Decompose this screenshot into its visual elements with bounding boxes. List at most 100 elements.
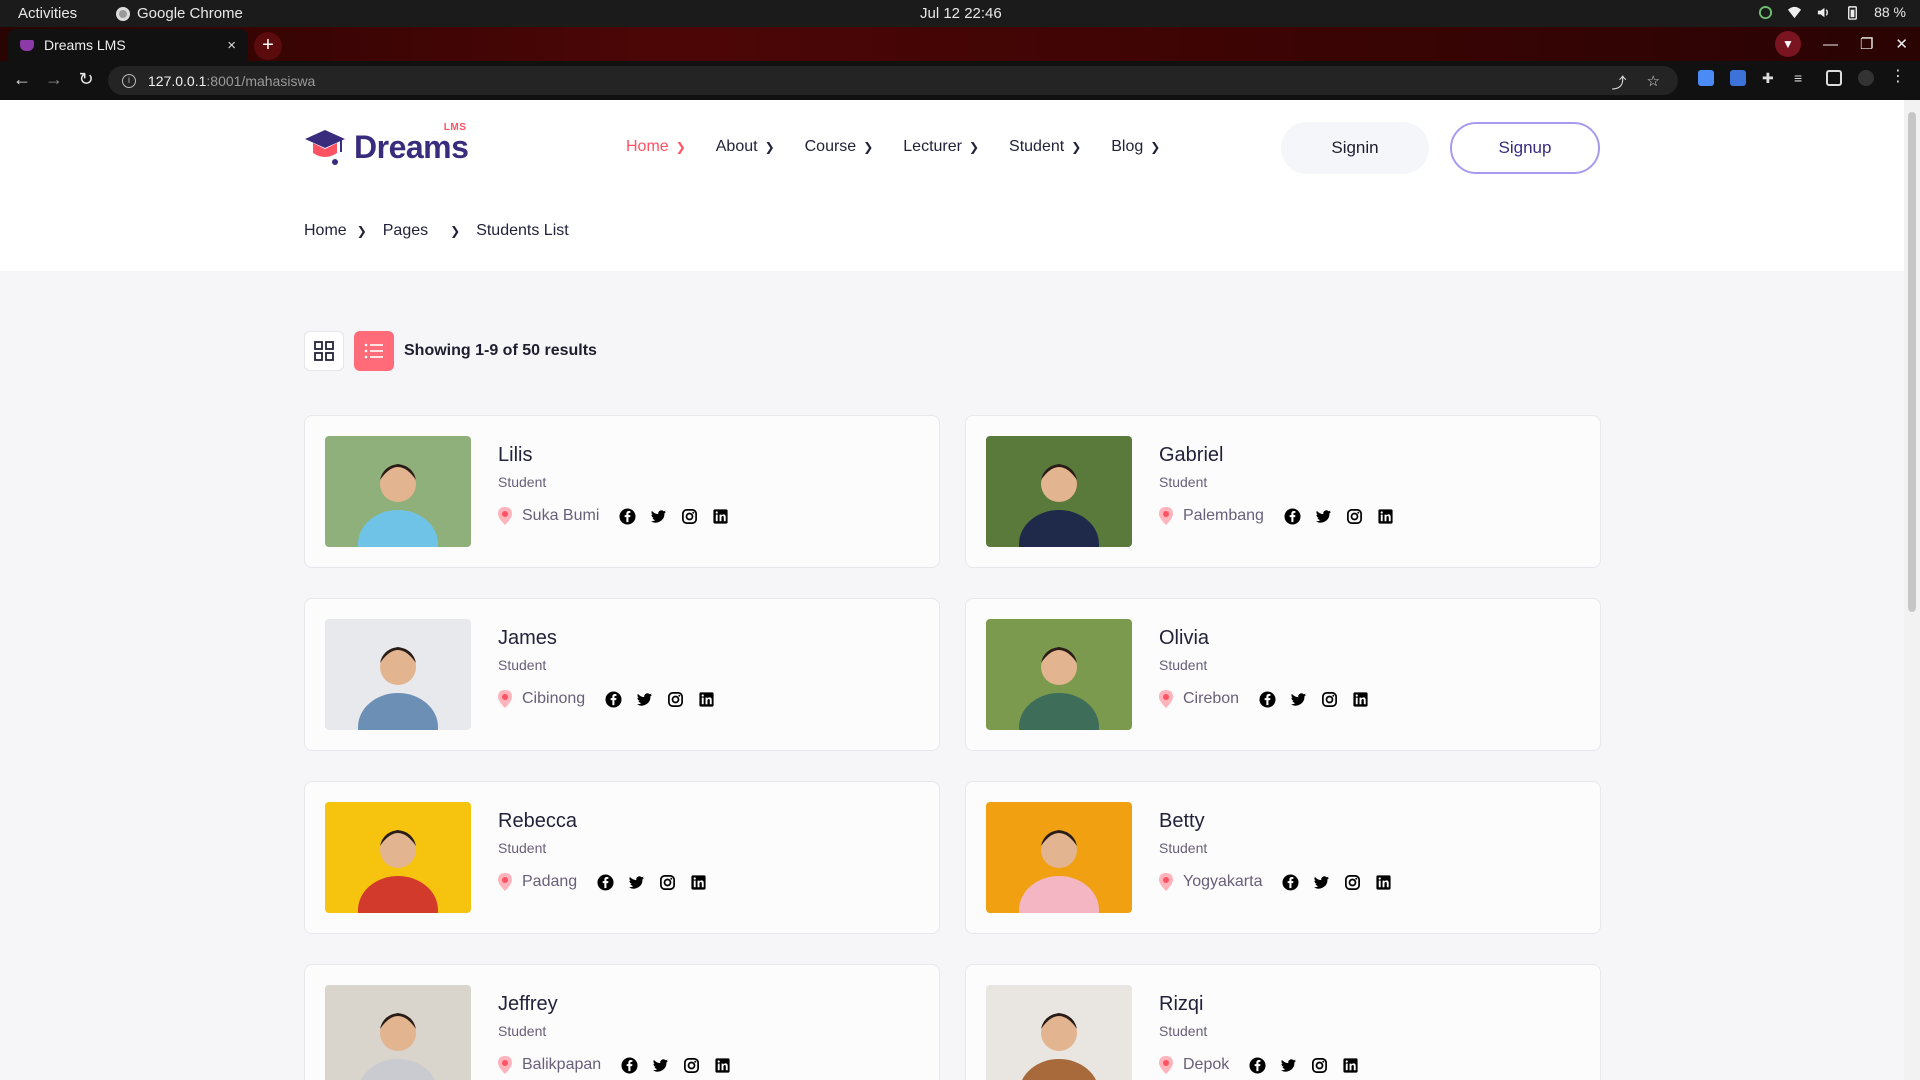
student-card[interactable]: Olivia Student Cirebon xyxy=(965,598,1601,751)
student-card[interactable]: Rizqi Student Depok xyxy=(965,964,1601,1080)
media-queue-icon[interactable]: ≡ xyxy=(1794,70,1810,86)
nav-about[interactable]: About ❯ xyxy=(716,138,775,156)
student-name[interactable]: Betty xyxy=(1159,810,1205,833)
instagram-icon[interactable] xyxy=(681,508,698,525)
student-card[interactable]: James Student Cibinong xyxy=(304,598,940,751)
social-links xyxy=(1282,873,1392,891)
linkedin-icon[interactable] xyxy=(1342,1057,1359,1074)
linkedin-icon[interactable] xyxy=(698,691,715,708)
instagram-icon[interactable] xyxy=(667,691,684,708)
student-photo[interactable] xyxy=(325,802,471,913)
student-card[interactable]: Gabriel Student Palembang xyxy=(965,415,1601,568)
twitter-icon[interactable] xyxy=(1313,874,1330,891)
facebook-icon[interactable] xyxy=(605,690,622,708)
nav-home[interactable]: Home ❯ xyxy=(626,138,686,156)
docs-extension-icon[interactable] xyxy=(1698,70,1714,86)
side-panel-icon[interactable] xyxy=(1826,70,1842,86)
linkedin-icon[interactable] xyxy=(712,508,729,525)
reload-icon[interactable]: ↻ xyxy=(74,69,98,90)
student-name[interactable]: Jeffrey xyxy=(498,993,558,1016)
system-tray[interactable]: 88 % xyxy=(1758,4,1906,20)
facebook-icon[interactable] xyxy=(1282,873,1299,891)
instagram-icon[interactable] xyxy=(1321,691,1338,708)
bookmark-star-icon[interactable]: ☆ xyxy=(1647,72,1660,93)
signin-button[interactable]: Signin xyxy=(1281,122,1429,174)
linkedin-icon[interactable] xyxy=(714,1057,731,1074)
facebook-icon[interactable] xyxy=(597,873,614,891)
browser-tab-dreams-lms[interactable]: Dreams LMS × xyxy=(8,29,248,61)
system-clock[interactable]: Jul 12 22:46 xyxy=(920,5,1002,22)
address-bar[interactable]: i 127.0.0.1 :8001/mahasiswa ⤴ ☆ xyxy=(108,66,1678,95)
tab-close-icon[interactable]: × xyxy=(227,37,236,54)
twitter-icon[interactable] xyxy=(1280,1057,1297,1074)
site-info-icon[interactable]: i xyxy=(122,73,136,88)
close-window-icon[interactable]: ✕ xyxy=(1895,35,1908,53)
maximize-icon[interactable]: ❐ xyxy=(1860,35,1873,53)
student-name[interactable]: Olivia xyxy=(1159,627,1209,650)
puzzle-extensions-icon[interactable]: ✚ xyxy=(1762,70,1778,86)
facebook-icon[interactable] xyxy=(1284,507,1301,525)
student-photo[interactable] xyxy=(325,619,471,730)
breadcrumb-home[interactable]: Home xyxy=(304,222,347,240)
minimize-icon[interactable]: — xyxy=(1823,36,1838,53)
twitter-icon[interactable] xyxy=(650,508,667,525)
facebook-icon[interactable] xyxy=(621,1056,638,1074)
tab-search-chevron-down-icon[interactable]: ▼ xyxy=(1774,31,1801,57)
student-card[interactable]: Rebecca Student Padang xyxy=(304,781,940,934)
site-logo[interactable]: Dreams LMS xyxy=(304,122,469,166)
student-card[interactable]: Betty Student Yogyakarta xyxy=(965,781,1601,934)
student-photo[interactable] xyxy=(986,436,1132,547)
page-scrollbar[interactable] xyxy=(1904,100,1920,1080)
translate-extension-icon[interactable] xyxy=(1730,70,1746,86)
student-photo[interactable] xyxy=(986,619,1132,730)
instagram-icon[interactable] xyxy=(1344,874,1361,891)
wifi-icon xyxy=(1788,6,1802,18)
twitter-icon[interactable] xyxy=(1290,691,1307,708)
linkedin-icon[interactable] xyxy=(1352,691,1369,708)
nav-blog[interactable]: Blog ❯ xyxy=(1111,138,1160,156)
nav-course[interactable]: Course ❯ xyxy=(805,138,874,156)
nav-lecturer[interactable]: Lecturer ❯ xyxy=(903,138,979,156)
nav-student[interactable]: Student ❯ xyxy=(1009,138,1081,156)
student-card[interactable]: Jeffrey Student Balikpapan xyxy=(304,964,940,1080)
student-photo[interactable] xyxy=(325,985,471,1080)
list-view-button[interactable] xyxy=(354,331,394,371)
student-name[interactable]: Gabriel xyxy=(1159,444,1223,467)
share-icon[interactable]: ⤴ xyxy=(1612,72,1627,93)
student-photo[interactable] xyxy=(986,985,1132,1080)
instagram-icon[interactable] xyxy=(683,1057,700,1074)
breadcrumb-pages[interactable]: Pages xyxy=(383,222,428,240)
twitter-icon[interactable] xyxy=(628,874,645,891)
student-photo[interactable] xyxy=(325,436,471,547)
facebook-icon[interactable] xyxy=(619,507,636,525)
twitter-icon[interactable] xyxy=(636,691,653,708)
facebook-icon[interactable] xyxy=(1249,1056,1266,1074)
graduation-cap-favicon-icon xyxy=(20,39,34,51)
student-name[interactable]: Rizqi xyxy=(1159,993,1203,1016)
twitter-icon[interactable] xyxy=(652,1057,669,1074)
grid-view-button[interactable] xyxy=(304,331,344,371)
more-menu-icon[interactable]: ⋮ xyxy=(1890,69,1906,86)
activities-button[interactable]: Activities xyxy=(18,5,77,22)
linkedin-icon[interactable] xyxy=(1375,874,1392,891)
profile-avatar-icon[interactable] xyxy=(1858,70,1874,86)
scrollbar-thumb[interactable] xyxy=(1908,112,1916,612)
student-location: Padang xyxy=(498,873,707,891)
student-card[interactable]: Lilis Student Suka Bumi xyxy=(304,415,940,568)
active-app-indicator[interactable]: Google Chrome xyxy=(116,5,243,22)
facebook-icon[interactable] xyxy=(1259,690,1276,708)
instagram-icon[interactable] xyxy=(1346,508,1363,525)
forward-arrow-icon[interactable]: → xyxy=(42,69,66,90)
linkedin-icon[interactable] xyxy=(1377,508,1394,525)
student-name[interactable]: James xyxy=(498,627,557,650)
new-tab-button[interactable]: + xyxy=(254,32,282,60)
twitter-icon[interactable] xyxy=(1315,508,1332,525)
instagram-icon[interactable] xyxy=(1311,1057,1328,1074)
student-name[interactable]: Rebecca xyxy=(498,810,577,833)
student-name[interactable]: Lilis xyxy=(498,444,532,467)
instagram-icon[interactable] xyxy=(659,874,676,891)
linkedin-icon[interactable] xyxy=(690,874,707,891)
back-arrow-icon[interactable]: ← xyxy=(10,69,34,90)
signup-button[interactable]: Signup xyxy=(1450,122,1600,174)
student-photo[interactable] xyxy=(986,802,1132,913)
